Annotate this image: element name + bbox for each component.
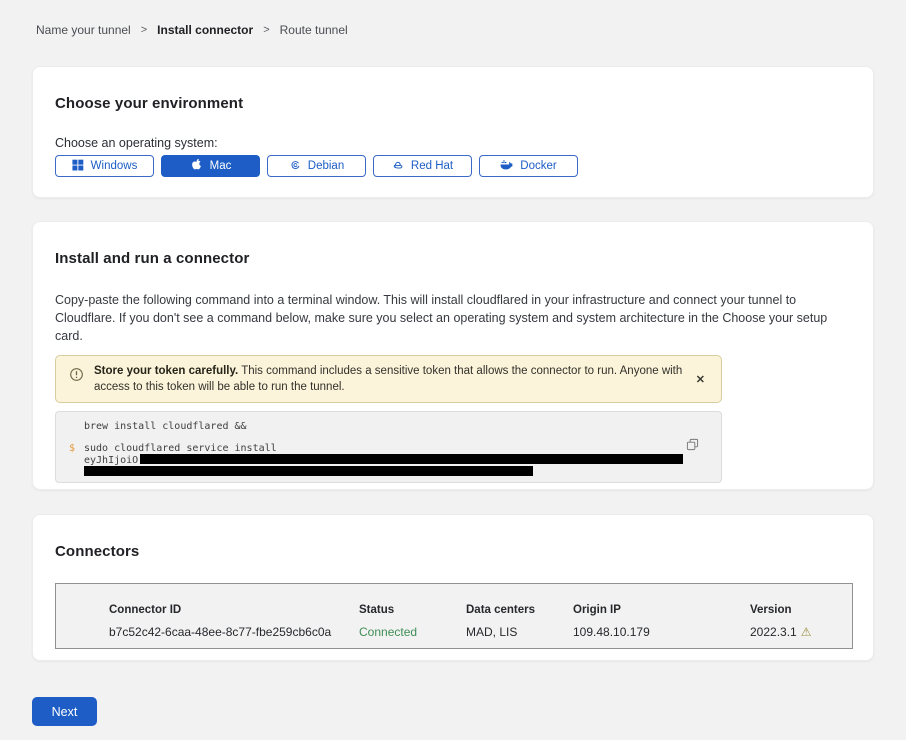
cell-connector-id: b7c52c42-6caa-48ee-8c77-fbe259cb6c0a (109, 625, 359, 639)
code-line-blank (84, 432, 681, 443)
token-warning-title: Store your token carefully. (94, 365, 238, 377)
docker-icon (500, 158, 513, 174)
copy-icon[interactable] (686, 438, 699, 451)
column-header-status: Status (359, 604, 466, 616)
shell-prompt: $ (69, 443, 75, 454)
breadcrumb-install-connector[interactable]: Install connector (157, 23, 253, 37)
token-prefix: eyJhIjoiO (84, 455, 138, 466)
connectors-table: Connector ID Status Data centers Origin … (55, 583, 853, 649)
choose-environment-card: Choose your environment Choose an operat… (32, 66, 874, 198)
os-button-windows[interactable]: Windows (55, 155, 154, 177)
os-button-label: Mac (210, 160, 232, 172)
code-line-brew: brew install cloudflared && (84, 421, 681, 432)
token-warning-banner: Store your token carefully. This command… (55, 355, 722, 403)
install-card-description: Copy-paste the following command into a … (55, 291, 851, 345)
cell-origin-ip: 109.48.10.179 (573, 625, 750, 639)
cell-version: 2022.3.1 ⚠ (750, 625, 852, 639)
column-header-data-centers: Data centers (466, 604, 573, 616)
code-line-token: eyJhIjoiO (84, 454, 681, 466)
install-connector-card: Install and run a connector Copy-paste t… (32, 221, 874, 490)
next-button[interactable]: Next (32, 697, 97, 726)
os-button-redhat[interactable]: Red Hat (373, 155, 472, 177)
debian-icon (289, 159, 301, 174)
code-line-token-2 (84, 466, 681, 478)
install-card-title: Install and run a connector (55, 250, 851, 267)
cell-data-centers: MAD, LIS (466, 625, 573, 639)
close-icon[interactable]: ✕ (696, 373, 705, 386)
breadcrumb-separator: > (141, 24, 147, 36)
breadcrumb: Name your tunnel > Install connector > R… (36, 23, 348, 37)
column-header-version: Version (750, 604, 852, 616)
version-warning-icon: ⚠ (801, 625, 812, 639)
os-select-label: Choose an operating system: (55, 136, 851, 150)
environment-card-title: Choose your environment (55, 95, 851, 112)
os-button-label: Docker (520, 160, 556, 172)
column-header-origin-ip: Origin IP (573, 604, 750, 616)
os-button-label: Debian (308, 160, 344, 172)
install-command-code-block: $ brew install cloudflared && sudo cloud… (55, 411, 722, 483)
os-button-mac[interactable]: Mac (161, 155, 260, 177)
breadcrumb-separator: > (263, 24, 269, 36)
cell-status: Connected (359, 625, 466, 639)
connectors-card: Connectors Connector ID Status Data cent… (32, 514, 874, 661)
os-button-group: Windows Mac Debian Red Hat (55, 155, 851, 177)
apple-icon (190, 158, 203, 174)
redacted-token-bar (140, 454, 683, 464)
os-button-label: Windows (91, 160, 138, 172)
alert-circle-icon (69, 367, 84, 387)
token-warning-text: Store your token carefully. This command… (94, 363, 686, 395)
windows-icon (72, 159, 84, 174)
redacted-token-bar (84, 466, 533, 476)
column-header-connector-id: Connector ID (109, 604, 359, 616)
os-button-label: Red Hat (411, 160, 453, 172)
version-value: 2022.3.1 (750, 625, 797, 639)
tunnel-setup-page: Name your tunnel > Install connector > R… (0, 0, 906, 740)
breadcrumb-route-tunnel[interactable]: Route tunnel (280, 23, 348, 37)
connectors-card-title: Connectors (55, 543, 851, 560)
os-button-debian[interactable]: Debian (267, 155, 366, 177)
os-button-docker[interactable]: Docker (479, 155, 578, 177)
code-line-sudo: sudo cloudflared service install (84, 443, 681, 454)
breadcrumb-name-your-tunnel[interactable]: Name your tunnel (36, 23, 131, 37)
redhat-icon (392, 159, 404, 174)
